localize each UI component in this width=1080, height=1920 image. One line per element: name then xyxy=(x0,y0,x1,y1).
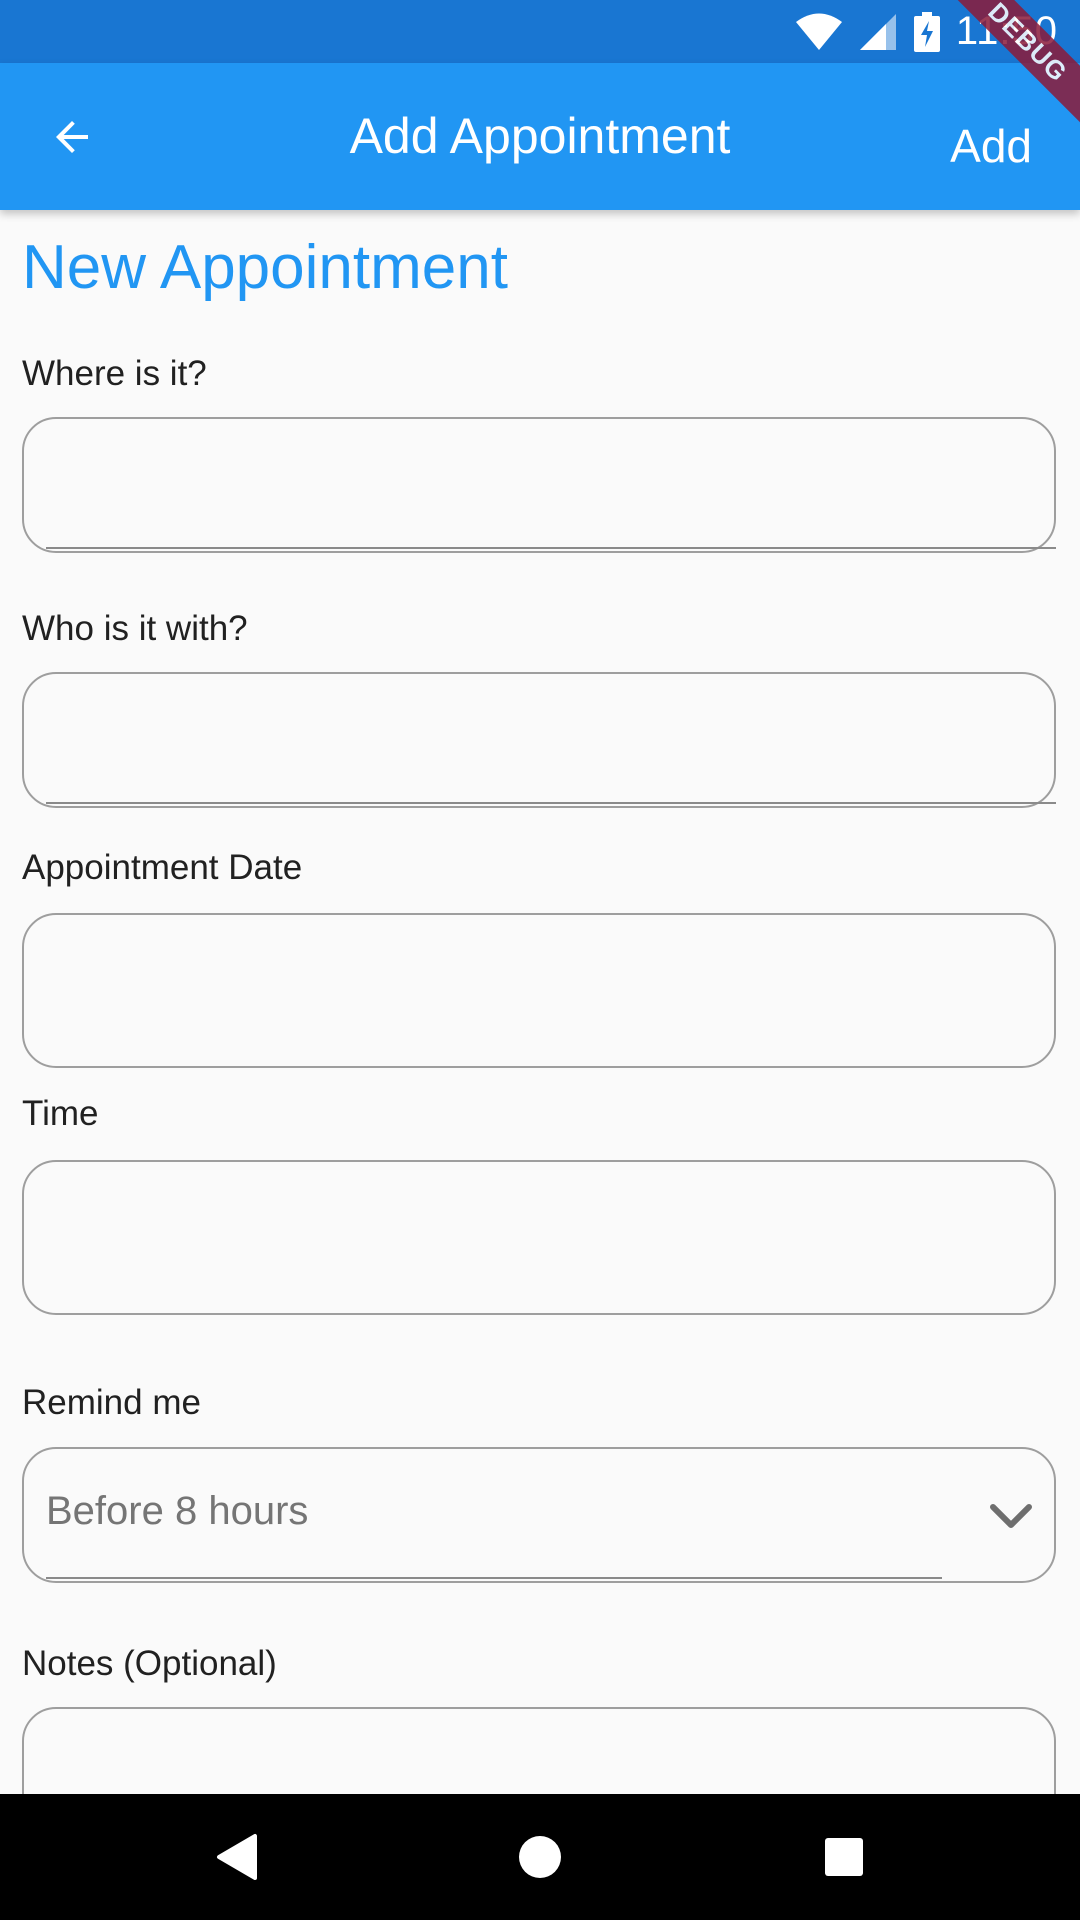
chevron-down-icon xyxy=(990,1504,1032,1528)
remind-label: Remind me xyxy=(22,1383,201,1422)
form-content: New Appointment Where is it? Who is it w… xyxy=(0,210,1080,1794)
app-title: Add Appointment xyxy=(349,108,731,164)
system-nav-bar xyxy=(0,1794,1080,1920)
status-bar: 11:50 xyxy=(0,0,1080,63)
location-input[interactable] xyxy=(22,417,1056,553)
notes-input[interactable] xyxy=(22,1707,1056,1794)
home-circle-icon xyxy=(519,1836,561,1878)
nav-recents-button[interactable] xyxy=(814,1827,874,1887)
with-underline xyxy=(46,802,1056,804)
time-input[interactable] xyxy=(22,1160,1056,1315)
with-input[interactable] xyxy=(22,672,1056,808)
nav-home-button[interactable] xyxy=(510,1827,570,1887)
remind-underline xyxy=(46,1577,942,1579)
app-bar: Add Appointment Add xyxy=(0,63,1080,210)
add-button[interactable]: Add xyxy=(950,119,1032,173)
battery-charging-icon xyxy=(913,11,940,52)
time-label: Time xyxy=(22,1094,99,1133)
remind-dropdown[interactable]: Before 8 hours xyxy=(22,1447,1056,1583)
date-label: Appointment Date xyxy=(22,848,303,887)
wifi-icon xyxy=(795,13,842,50)
recents-square-icon xyxy=(825,1838,863,1876)
location-label: Where is it? xyxy=(22,354,207,393)
nav-back-button[interactable] xyxy=(207,1827,267,1887)
date-input[interactable] xyxy=(22,913,1056,1068)
back-triangle-icon xyxy=(217,1834,257,1880)
with-label: Who is it with? xyxy=(22,609,248,648)
location-underline xyxy=(46,547,1056,549)
notes-label: Notes (Optional) xyxy=(22,1644,277,1683)
page-heading: New Appointment xyxy=(22,233,508,302)
screen: 11:50 DEBUG Add Appointment Add New Appo… xyxy=(0,0,1080,1920)
cell-signal-icon xyxy=(859,13,896,50)
remind-value: Before 8 hours xyxy=(46,1489,309,1533)
